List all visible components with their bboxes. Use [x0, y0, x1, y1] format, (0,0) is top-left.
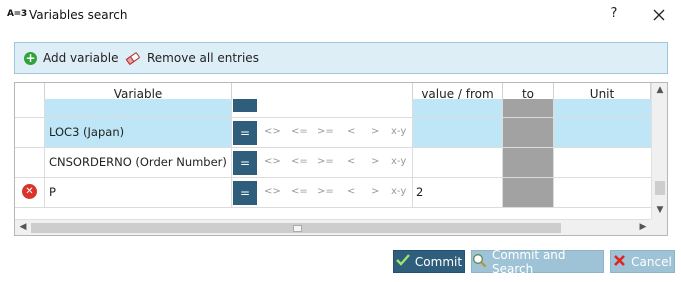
scroll-corner: [651, 219, 667, 235]
value-from-cell[interactable]: [413, 118, 503, 147]
unit-cell: [554, 148, 651, 177]
commit-button[interactable]: Commit: [393, 250, 465, 273]
operator-not-equal[interactable]: <>: [264, 156, 291, 167]
value-from-cell[interactable]: [413, 99, 503, 117]
operator-equals-button[interactable]: [233, 99, 257, 112]
operator-equals-button[interactable]: =: [233, 181, 257, 205]
operator-less-equal[interactable]: <=: [291, 186, 317, 197]
unit-cell: [554, 99, 651, 117]
value-from-text: 2: [416, 185, 424, 199]
table-row[interactable]: [15, 99, 651, 118]
checkmark-icon: [396, 254, 410, 269]
operator-range[interactable]: x-y: [391, 186, 406, 197]
operators-cell: = <> <= >= < > x-y: [232, 148, 413, 177]
operators-cell: = <> <= >= < > x-y: [232, 118, 413, 147]
operator-greater-equal[interactable]: >=: [317, 126, 347, 137]
operator-greater[interactable]: >: [371, 126, 391, 137]
variable-cell[interactable]: LOC3 (Japan): [45, 118, 232, 147]
delete-row-icon[interactable]: ✕: [22, 184, 37, 199]
operator-less[interactable]: <: [347, 126, 371, 137]
row-icon-cell: [15, 99, 45, 117]
operator-range[interactable]: x-y: [391, 156, 406, 167]
commit-label: Commit: [414, 254, 463, 269]
table-row[interactable]: LOC3 (Japan) = <> <= >= < > x-y: [15, 118, 651, 148]
operator-range[interactable]: x-y: [391, 126, 406, 137]
to-cell: [503, 178, 554, 207]
operator-less-equal[interactable]: <=: [291, 126, 317, 137]
value-from-cell[interactable]: 2: [413, 178, 503, 207]
vertical-scroll-thumb[interactable]: [655, 181, 665, 195]
app-icon: A=3: [7, 9, 27, 19]
operator-list: <> <= >= < > x-y: [264, 126, 406, 137]
value-from-cell[interactable]: [413, 148, 503, 177]
to-cell: [503, 148, 554, 177]
window-title: Variables search: [29, 8, 128, 22]
unit-cell: [554, 118, 651, 147]
help-button[interactable]: ?: [606, 6, 622, 24]
cancel-label: Cancel: [631, 254, 672, 269]
operator-not-equal[interactable]: <>: [264, 186, 291, 197]
to-cell: [503, 99, 554, 117]
operator-equals-button[interactable]: =: [233, 121, 257, 145]
operators-cell: = <> <= >= < > x-y: [232, 178, 413, 207]
operator-greater-equal[interactable]: >=: [317, 156, 347, 167]
operator-list: <> <= >= < > x-y: [264, 186, 406, 197]
variable-name: P: [49, 185, 56, 199]
add-icon: +: [24, 50, 37, 65]
toolbar: + Add variable Remove all entries: [14, 42, 668, 74]
operator-greater[interactable]: >: [371, 156, 391, 167]
close-icon[interactable]: [649, 5, 669, 25]
operator-equals-button[interactable]: =: [233, 151, 257, 175]
add-variable-label: Add variable: [43, 51, 119, 65]
to-cell: [503, 118, 554, 147]
table-row[interactable]: ✕ P = <> <= >= < > x-y 2: [15, 178, 651, 208]
row-icon-cell: [15, 148, 45, 177]
variable-name: CNSORDERNO (Order Number): [49, 155, 227, 169]
scroll-left-icon[interactable]: ◀: [15, 222, 31, 232]
scroll-right-icon[interactable]: ▶: [635, 222, 651, 232]
operator-greater[interactable]: >: [371, 186, 391, 197]
row-icon-cell: [15, 118, 45, 147]
remove-all-button[interactable]: Remove all entries: [125, 51, 259, 65]
search-icon: [472, 253, 487, 271]
cancel-button[interactable]: Cancel: [610, 250, 675, 273]
eraser-icon: [125, 51, 141, 65]
variables-grid: Variable value / from to Unit LOC3 (Japa…: [14, 82, 668, 236]
cancel-x-icon: [613, 254, 626, 270]
operator-greater-equal[interactable]: >=: [317, 186, 347, 197]
unit-cell: [554, 178, 651, 207]
add-variable-button[interactable]: + Add variable: [24, 51, 118, 65]
vertical-scrollbar[interactable]: ▲ ▼: [651, 83, 667, 219]
variable-cell[interactable]: [45, 99, 232, 117]
variable-name: LOC3 (Japan): [49, 125, 125, 139]
operator-less-equal[interactable]: <=: [291, 156, 317, 167]
title-bar: A=3 Variables search ?: [0, 0, 681, 32]
variable-cell[interactable]: CNSORDERNO (Order Number): [45, 148, 232, 177]
commit-and-search-button[interactable]: Commit and Search: [471, 247, 604, 276]
operator-less[interactable]: <: [347, 186, 371, 197]
operators-cell: [232, 99, 413, 117]
remove-all-label: Remove all entries: [147, 51, 259, 65]
operator-list: <> <= >= < > x-y: [264, 156, 406, 167]
scroll-up-icon[interactable]: ▲: [652, 85, 667, 95]
operator-less[interactable]: <: [347, 156, 371, 167]
commit-and-search-label: Commit and Search: [492, 247, 566, 276]
operator-not-equal[interactable]: <>: [264, 126, 291, 137]
horizontal-scrollbar[interactable]: ◀ ▶: [15, 219, 651, 235]
horizontal-scroll-thumb[interactable]: [31, 223, 561, 233]
row-icon-cell: ✕: [15, 178, 45, 207]
table-row[interactable]: CNSORDERNO (Order Number) = <> <= >= < >…: [15, 148, 651, 178]
scroll-down-icon[interactable]: ▼: [652, 205, 667, 215]
scroll-grip: [293, 225, 302, 232]
variable-cell[interactable]: P: [45, 178, 232, 207]
